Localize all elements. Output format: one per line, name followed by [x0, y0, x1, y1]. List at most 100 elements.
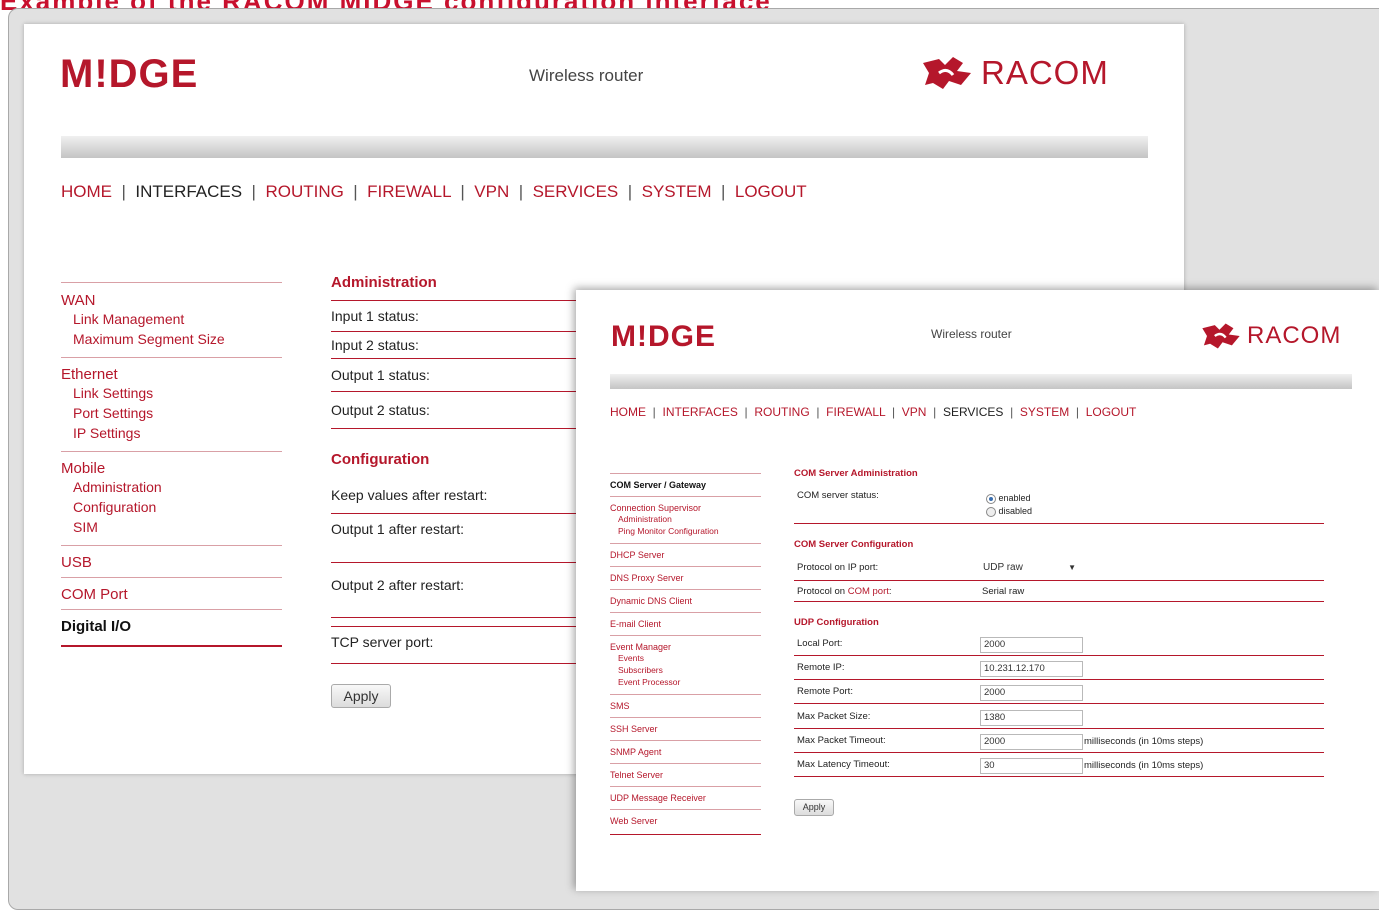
menu-system[interactable]: SYSTEM	[642, 182, 712, 201]
sidebar-group-mobile: Mobile Administration Configuration SIM	[61, 451, 282, 545]
sidebar-item-event-processor[interactable]: Event Processor	[610, 676, 761, 688]
udp-field-input[interactable]: 2000	[980, 685, 1083, 702]
config-section-title: Configuration	[331, 451, 430, 468]
com-config-title: COM Server Configuration	[794, 539, 914, 550]
divider	[794, 751, 1324, 753]
udp-field-input[interactable]: 1380	[980, 709, 1083, 726]
radio-disabled[interactable]: disabled	[986, 506, 1032, 517]
udp-config-title: UDP Configuration	[794, 617, 879, 628]
sidebar-item-connection-supervisor[interactable]: Connection Supervisor	[610, 503, 761, 513]
com-status-label: COM server status:	[797, 490, 879, 501]
chevron-down-icon: ▼	[1068, 563, 1076, 572]
menu-logout[interactable]: LOGOUT	[735, 182, 807, 201]
menu-vpn[interactable]: VPN	[902, 405, 927, 419]
sidebar-item-cs-admin[interactable]: Administration	[610, 513, 761, 525]
udp-field-input[interactable]: 30	[980, 758, 1083, 774]
menu-firewall[interactable]: FIREWALL	[367, 182, 451, 201]
protocol-com-colon: :	[888, 586, 892, 597]
udp-field-label: Max Packet Timeout:	[797, 734, 886, 746]
menu-services[interactable]: SERVICES	[943, 405, 1003, 419]
sidebar-item-subscribers[interactable]: Subscribers	[610, 664, 761, 676]
racom-leaf-icon	[923, 57, 971, 89]
menu-home[interactable]: HOME	[61, 182, 112, 201]
radio-enabled-icon[interactable]	[986, 493, 996, 504]
sidebar-item-web-server[interactable]: Web Server	[610, 816, 761, 826]
output2-status-label: Output 2 status:	[331, 392, 591, 429]
sidebar-item-events[interactable]: Events	[610, 652, 761, 664]
sidebar-group-dio: Digital I/O	[61, 609, 282, 647]
sidebar-item-dhcp[interactable]: DHCP Server	[610, 550, 761, 560]
main-menu: HOME | INTERFACES | ROUTING | FIREWALL |…	[61, 182, 807, 201]
menu-logout[interactable]: LOGOUT	[1086, 405, 1137, 419]
apply-button[interactable]: Apply	[331, 684, 391, 708]
sidebar-item-com-gateway[interactable]: COM Server / Gateway	[610, 480, 761, 490]
sidebar-item-sim[interactable]: SIM	[61, 517, 282, 537]
protocol-com-label: Protocol on COM port:	[797, 586, 892, 597]
sidebar-item-mobile-admin[interactable]: Administration	[61, 477, 282, 497]
sidebar-item-wan[interactable]: WAN	[61, 292, 282, 309]
sidebar-item-mobile[interactable]: Mobile	[61, 460, 282, 477]
sidebar-item-email[interactable]: E-mail Client	[610, 619, 761, 629]
sidebar-item-mss[interactable]: Maximum Segment Size	[61, 329, 282, 349]
sidebar-item-digital-io[interactable]: Digital I/O	[61, 618, 282, 635]
sidebar-item-telnet[interactable]: Telnet Server	[610, 770, 761, 780]
protocol-ip-label: Protocol on IP port:	[797, 562, 879, 573]
tcp-port-label: TCP server port:	[331, 626, 591, 664]
input2-status-label: Input 2 status:	[331, 332, 591, 359]
divider	[794, 580, 1324, 581]
sidebar-group-com-gateway: COM Server / Gateway	[610, 473, 761, 496]
udp-field-input[interactable]: 2000	[980, 733, 1083, 750]
udp-field-input[interactable]: 10.231.12.170	[980, 661, 1083, 678]
sidebar-item-ddns[interactable]: Dynamic DNS Client	[610, 596, 761, 606]
services-window: M!DGE Wireless router RACOM HOME | INTER…	[576, 290, 1379, 891]
menu-interfaces[interactable]: INTERFACES	[662, 405, 737, 419]
radio-enabled[interactable]: enabled	[986, 493, 1031, 504]
sidebar-group-usb: USB	[61, 545, 282, 577]
sidebar-item-ethernet[interactable]: Ethernet	[61, 366, 282, 383]
udp-field-unit: milliseconds (in 10ms steps)	[1084, 735, 1204, 747]
sidebar-group-udp-msg: UDP Message Receiver	[610, 786, 761, 809]
sidebar-group-dns: DNS Proxy Server	[610, 566, 761, 589]
racom-wordmark: RACOM	[981, 54, 1109, 91]
protocol-ip-select[interactable]: UDP raw ▼	[980, 560, 1080, 576]
udp-field-label: Max Latency Timeout:	[797, 759, 890, 770]
sidebar: WAN Link Management Maximum Segment Size…	[61, 282, 282, 647]
sidebar-item-event-manager[interactable]: Event Manager	[610, 642, 761, 652]
sidebar-item-snmp[interactable]: SNMP Agent	[610, 747, 761, 757]
apply-button[interactable]: Apply	[794, 799, 834, 816]
sidebar-group-web: Web Server	[610, 809, 761, 835]
sidebar-item-dns-proxy[interactable]: DNS Proxy Server	[610, 573, 761, 583]
protocol-com-value: Serial raw	[982, 586, 1025, 597]
sidebar-item-port-settings[interactable]: Port Settings	[61, 403, 282, 423]
udp-field-input[interactable]: 2000	[980, 637, 1083, 653]
menu-services[interactable]: SERVICES	[533, 182, 619, 201]
sidebar-item-ssh[interactable]: SSH Server	[610, 724, 761, 734]
radio-disabled-icon[interactable]	[986, 506, 996, 517]
sidebar-item-link-settings[interactable]: Link Settings	[61, 383, 282, 403]
divider	[794, 703, 1324, 705]
menu-firewall[interactable]: FIREWALL	[826, 405, 885, 419]
menu-routing[interactable]: ROUTING	[265, 182, 343, 201]
racom-logo: RACOM	[1199, 322, 1341, 350]
sidebar-item-sms[interactable]: SMS	[610, 701, 761, 711]
menu-interfaces[interactable]: INTERFACES	[135, 182, 242, 201]
com-port-link[interactable]: COM port	[848, 586, 889, 597]
sidebar-item-mobile-config[interactable]: Configuration	[61, 497, 282, 517]
menu-vpn[interactable]: VPN	[474, 182, 509, 201]
sidebar-item-usb[interactable]: USB	[61, 554, 282, 571]
menu-home[interactable]: HOME	[610, 405, 646, 419]
sidebar-item-ping-monitor[interactable]: Ping Monitor Configuration	[610, 525, 761, 537]
racom-wordmark: RACOM	[1247, 322, 1342, 349]
menu-routing[interactable]: ROUTING	[754, 405, 809, 419]
sidebar-item-udp-message[interactable]: UDP Message Receiver	[610, 793, 761, 803]
sidebar-item-ip-settings[interactable]: IP Settings	[61, 423, 282, 443]
sidebar-item-com-port[interactable]: COM Port	[61, 586, 282, 603]
sidebar-group-event: Event Manager Events Subscribers Event P…	[610, 635, 761, 694]
sidebar-item-link-management[interactable]: Link Management	[61, 309, 282, 329]
com-admin-title: COM Server Administration	[794, 468, 918, 479]
udp-field-label: Local Port:	[797, 638, 843, 649]
header-bar	[61, 136, 1148, 158]
menu-system[interactable]: SYSTEM	[1020, 405, 1069, 419]
udp-field-label: Max Packet Size:	[797, 710, 871, 722]
main-menu: HOME | INTERFACES | ROUTING | FIREWALL |…	[610, 405, 1137, 419]
